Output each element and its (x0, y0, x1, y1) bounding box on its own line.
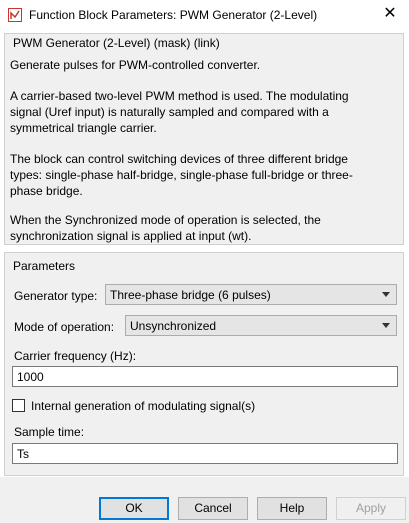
dropdown-arrow-icon (382, 292, 390, 297)
description-line: Generate pulses for PWM-controlled conve… (10, 58, 261, 72)
window-title: Function Block Parameters: PWM Generator… (29, 8, 318, 22)
mask-description-group: PWM Generator (2-Level) (mask) (link) Ge… (4, 33, 404, 245)
description-line: phase bridge. (10, 184, 83, 198)
simulink-block-icon (8, 8, 22, 22)
description-line: types: single-phase half-bridge, single-… (10, 168, 353, 182)
parameters-panel: Parameters Generator type: Three-phase b… (4, 252, 404, 476)
mode-of-operation-value: Unsynchronized (130, 319, 217, 333)
description-line: signal (Uref input) is naturally sampled… (10, 105, 329, 119)
help-button[interactable]: Help (257, 497, 327, 520)
parameters-title: Parameters (13, 259, 76, 273)
carrier-frequency-input[interactable]: 1000 (12, 366, 398, 387)
apply-button[interactable]: Apply (336, 497, 406, 520)
title-bar[interactable]: Function Block Parameters: PWM Generator… (0, 0, 409, 30)
mask-title: PWM Generator (2-Level) (mask) (link) (13, 36, 220, 50)
carrier-frequency-label: Carrier frequency (Hz): (14, 349, 137, 363)
generator-type-label: Generator type: (14, 289, 98, 303)
description-line: When the Synchronized mode of operation … (10, 213, 321, 227)
sample-time-value: Ts (17, 447, 29, 461)
ok-button[interactable]: OK (99, 497, 169, 520)
sample-time-input[interactable]: Ts (12, 443, 398, 464)
mode-of-operation-label: Mode of operation: (14, 320, 115, 334)
dropdown-arrow-icon (382, 323, 390, 328)
internal-generation-label[interactable]: Internal generation of modulating signal… (31, 399, 255, 413)
generator-type-value: Three-phase bridge (6 pulses) (110, 288, 271, 302)
description-line: symmetrical triangle carrier. (10, 121, 157, 135)
generator-type-dropdown[interactable]: Three-phase bridge (6 pulses) (105, 284, 397, 305)
sample-time-label: Sample time: (14, 425, 85, 439)
close-button[interactable]: ✕ (374, 2, 406, 28)
description-line: The block can control switching devices … (10, 152, 348, 166)
description-line: synchronization signal is applied at inp… (10, 229, 252, 243)
description-line: A carrier-based two-level PWM method is … (10, 89, 349, 103)
close-icon: ✕ (383, 5, 397, 22)
internal-generation-checkbox[interactable] (12, 399, 25, 412)
mode-of-operation-dropdown[interactable]: Unsynchronized (125, 315, 397, 336)
carrier-frequency-value: 1000 (17, 370, 44, 384)
cancel-button[interactable]: Cancel (178, 497, 248, 520)
